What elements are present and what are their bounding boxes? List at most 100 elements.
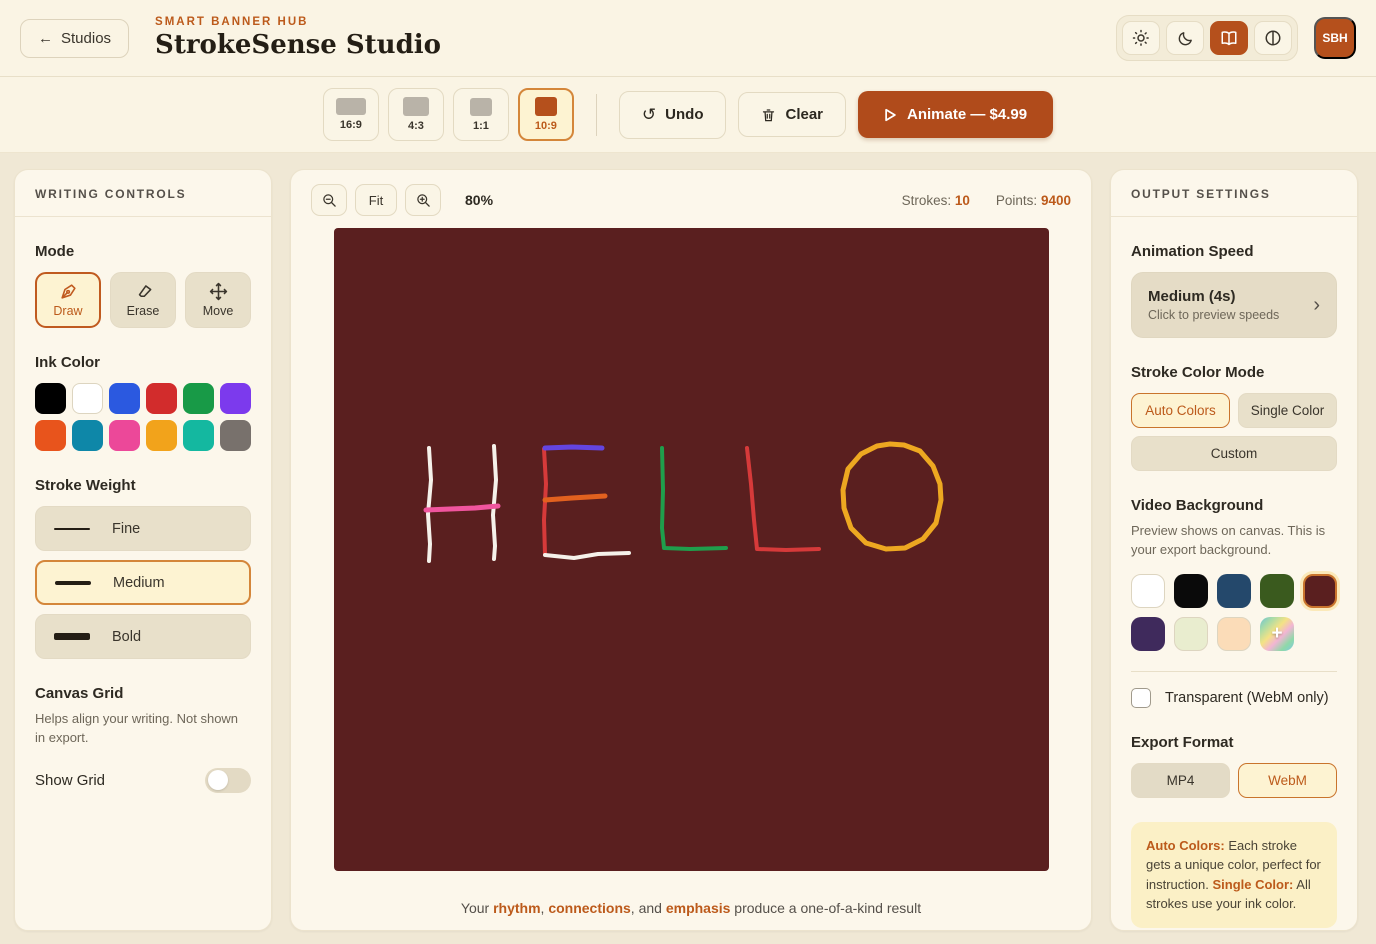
strokes-stat: Strokes: 10 <box>902 193 970 208</box>
single-color-button[interactable]: Single Color <box>1238 393 1337 428</box>
contrast-theme-button[interactable] <box>1254 21 1292 55</box>
bold-line-sample <box>54 633 90 640</box>
contrast-icon <box>1264 29 1282 47</box>
clear-button[interactable]: Clear <box>738 92 846 137</box>
drawing-canvas[interactable] <box>334 228 1049 871</box>
fit-button[interactable]: Fit <box>355 184 397 216</box>
ratio-1-1-label: 1:1 <box>473 120 489 132</box>
divider <box>1131 671 1337 672</box>
mp4-format-button[interactable]: MP4 <box>1131 763 1230 798</box>
toolbar-divider <box>596 94 597 136</box>
ratio-10-9-shape <box>535 97 557 116</box>
undo-button[interactable]: ↺ Undo <box>619 91 727 139</box>
back-to-studios-button[interactable]: ← Studios <box>20 19 129 58</box>
transparent-label: Transparent (WebM only) <box>1165 690 1329 706</box>
video-background-swatch[interactable] <box>1174 574 1208 608</box>
ink-color-swatch[interactable] <box>220 420 251 451</box>
video-background-swatch[interactable] <box>1303 574 1337 608</box>
video-background-swatch[interactable] <box>1174 617 1208 651</box>
page-title: StrokeSense Studio <box>155 30 441 60</box>
video-background-swatch[interactable] <box>1131 574 1165 608</box>
animation-speed-label: Animation Speed <box>1131 243 1337 260</box>
video-background-swatch[interactable] <box>1260 574 1294 608</box>
transparent-checkbox[interactable] <box>1131 688 1151 708</box>
ink-color-swatch[interactable] <box>72 420 103 451</box>
move-mode-button[interactable]: Move <box>185 272 251 328</box>
auto-colors-button[interactable]: Auto Colors <box>1131 393 1230 428</box>
weight-fine-button[interactable]: Fine <box>35 506 251 551</box>
strokes-value: 10 <box>955 193 970 208</box>
ratio-1-1-button[interactable]: 1:1 <box>453 88 509 141</box>
theme-switcher <box>1116 15 1298 61</box>
mode-buttons: Draw Erase Move <box>35 272 251 328</box>
zoom-in-button[interactable] <box>405 184 441 216</box>
ink-color-swatch[interactable] <box>35 420 66 451</box>
ratio-16-9-label: 16:9 <box>340 119 362 131</box>
ink-color-swatch[interactable] <box>183 420 214 451</box>
ink-color-swatch[interactable] <box>72 383 103 414</box>
ratio-4-3-shape <box>403 97 429 116</box>
sepia-theme-button[interactable] <box>1210 21 1248 55</box>
ratio-16-9-button[interactable]: 16:9 <box>323 88 379 141</box>
video-background-description: Preview shows on canvas. This is your ex… <box>1131 522 1337 560</box>
zoom-out-button[interactable] <box>311 184 347 216</box>
animate-button[interactable]: Animate — $4.99 <box>858 91 1053 138</box>
light-theme-button[interactable] <box>1122 21 1160 55</box>
video-background-label: Video Background <box>1131 497 1337 514</box>
speed-subtext: Click to preview speeds <box>1148 308 1279 322</box>
canvas-stroke-E-middle <box>545 496 605 500</box>
stroke-weight-label: Stroke Weight <box>35 477 251 494</box>
points-value: 9400 <box>1041 193 1071 208</box>
fine-line-sample <box>54 528 90 530</box>
move-mode-label: Move <box>203 304 234 318</box>
zoom-out-icon <box>322 193 337 208</box>
play-icon <box>884 108 897 122</box>
fit-label: Fit <box>369 193 383 208</box>
animation-speed-button[interactable]: Medium (4s) Click to preview speeds › <box>1131 272 1337 338</box>
output-settings-header: OUTPUT SETTINGS <box>1111 170 1357 217</box>
video-background-swatch[interactable] <box>1217 617 1251 651</box>
brand-label: SMART BANNER HUB <box>155 16 441 28</box>
ink-color-swatch[interactable] <box>35 383 66 414</box>
canvas-stroke-H-right-vertical <box>493 446 496 559</box>
moon-icon <box>1177 30 1194 47</box>
draw-mode-label: Draw <box>53 304 82 318</box>
output-settings-panel: OUTPUT SETTINGS Animation Speed Medium (… <box>1110 169 1358 931</box>
book-icon <box>1220 29 1238 47</box>
ink-color-swatch[interactable] <box>109 420 140 451</box>
back-to-studios-label: Studios <box>61 30 111 47</box>
ratio-10-9-button[interactable]: 10:9 <box>518 88 574 141</box>
medium-line-sample <box>55 581 91 585</box>
weight-medium-button[interactable]: Medium <box>35 560 251 605</box>
weight-fine-label: Fine <box>112 521 140 537</box>
dark-theme-button[interactable] <box>1166 21 1204 55</box>
video-background-swatch[interactable] <box>1131 617 1165 651</box>
erase-mode-button[interactable]: Erase <box>110 272 176 328</box>
ratio-16-9-shape <box>336 98 366 115</box>
custom-background-swatch[interactable]: + <box>1260 617 1294 651</box>
undo-icon: ↺ <box>642 105 656 125</box>
canvas-stroke-E-bottom <box>545 553 629 558</box>
clear-label: Clear <box>785 106 823 123</box>
main-toolbar: 16:9 4:3 1:1 10:9 ↺ Undo Clear Animate —… <box>0 77 1376 153</box>
ratio-4-3-button[interactable]: 4:3 <box>388 88 444 141</box>
avatar[interactable]: SBH <box>1314 17 1356 59</box>
pen-icon <box>59 282 78 301</box>
ink-color-swatch[interactable] <box>109 383 140 414</box>
video-background-swatch[interactable] <box>1217 574 1251 608</box>
webm-format-button[interactable]: WebM <box>1238 763 1337 798</box>
ink-color-swatch[interactable] <box>146 383 177 414</box>
custom-color-button[interactable]: Custom <box>1131 436 1337 471</box>
canvas-stroke-L2 <box>747 448 819 550</box>
canvas-toolbar: Fit 80% Strokes: 10 Points: 9400 <box>291 170 1091 228</box>
weight-bold-button[interactable]: Bold <box>35 614 251 659</box>
canvas-caption: Your rhythm, connections, and emphasis p… <box>291 888 1091 930</box>
ink-color-swatch[interactable] <box>183 383 214 414</box>
canvas-panel: Fit 80% Strokes: 10 Points: 9400 Your rh… <box>290 169 1092 931</box>
draw-mode-button[interactable]: Draw <box>35 272 101 328</box>
ink-color-swatch[interactable] <box>220 383 251 414</box>
toggle-knob <box>208 770 228 790</box>
eraser-icon <box>134 282 153 301</box>
show-grid-toggle[interactable] <box>205 768 251 793</box>
ink-color-swatch[interactable] <box>146 420 177 451</box>
